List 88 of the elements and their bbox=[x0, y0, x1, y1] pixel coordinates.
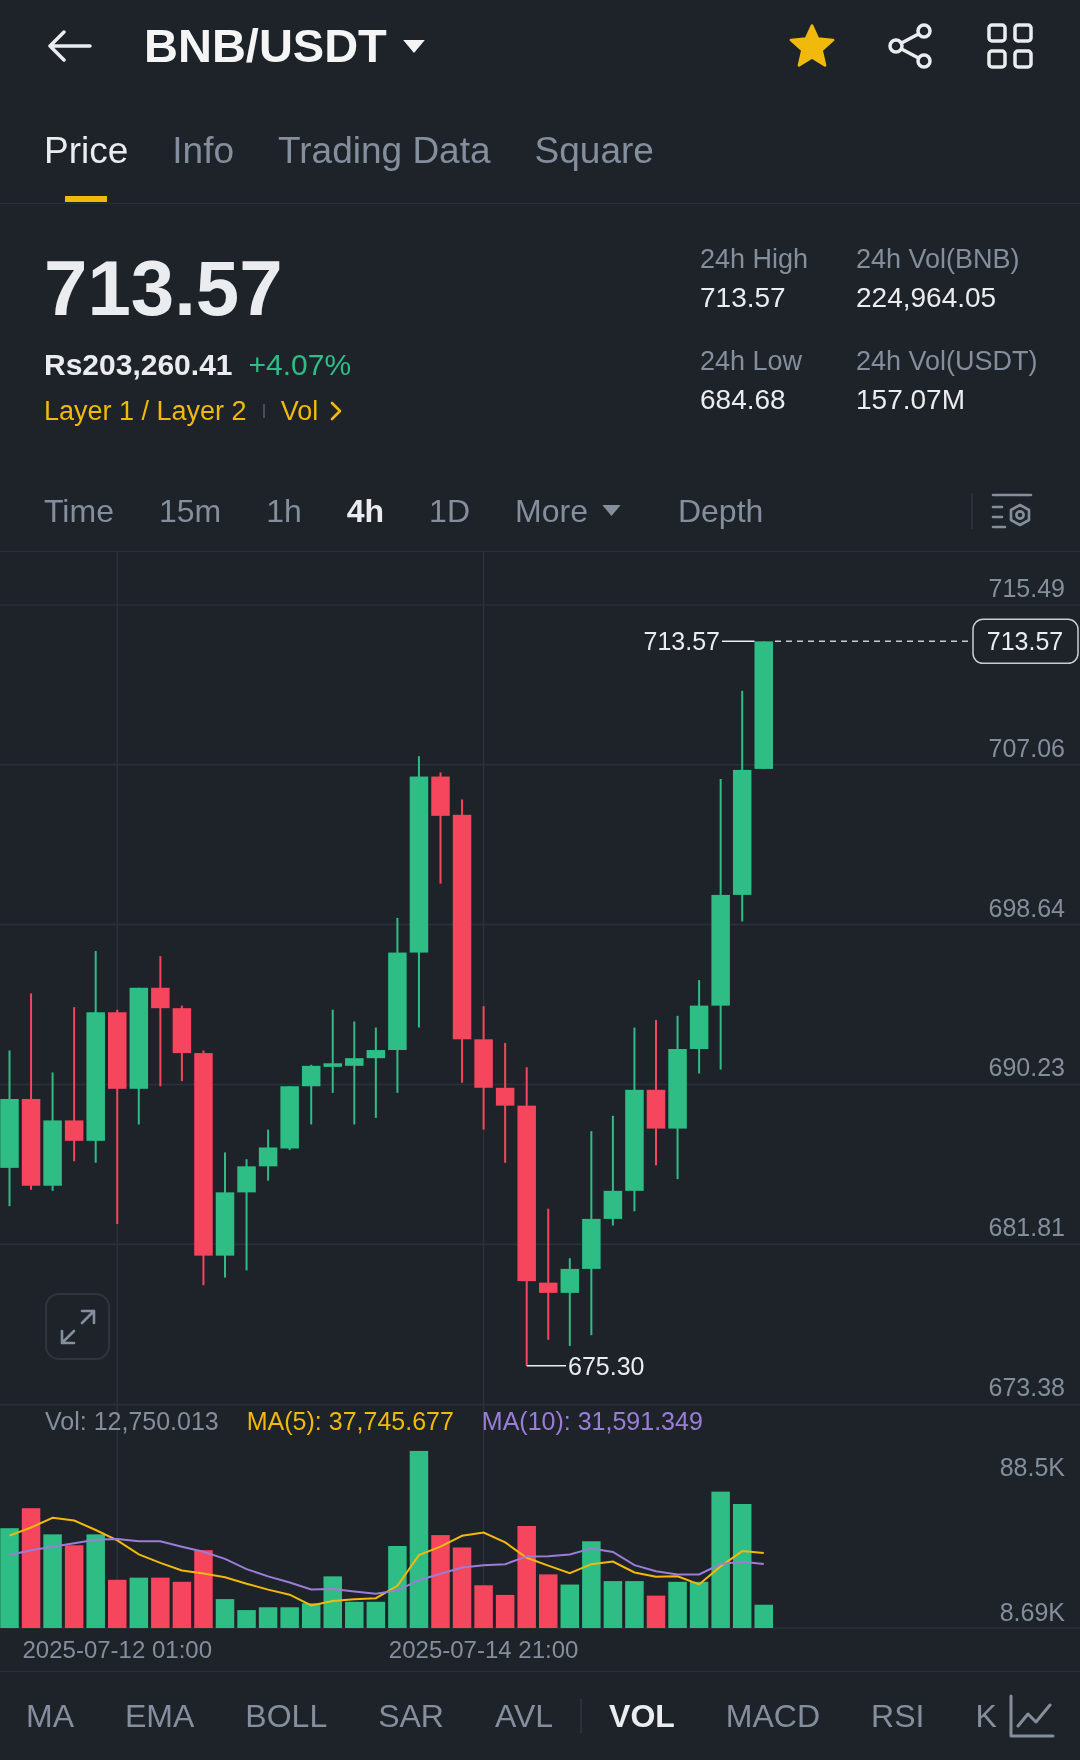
category-link[interactable]: Layer 1 / Layer 2 bbox=[44, 395, 247, 427]
date-label: 2025-07-14 21:00 bbox=[388, 1636, 579, 1663]
volume-link[interactable]: Vol bbox=[280, 395, 343, 427]
tab[interactable]: Trading Data bbox=[278, 92, 491, 203]
volume-bar bbox=[625, 1581, 644, 1628]
caret-icon bbox=[601, 505, 621, 516]
volume-bar bbox=[560, 1584, 580, 1628]
volume-bar bbox=[215, 1599, 235, 1628]
low-price-label: 675.30 bbox=[568, 1351, 645, 1380]
price-axis-label: 690.23 bbox=[988, 1053, 1065, 1082]
stat-value: 684.68 bbox=[700, 385, 787, 415]
interval-tab[interactable]: 1D bbox=[429, 490, 470, 531]
volume-bar bbox=[366, 1601, 386, 1628]
stat-value: 713.57 bbox=[700, 283, 787, 313]
volume-bar bbox=[474, 1585, 493, 1628]
volume-axis-label: 8.69K bbox=[999, 1598, 1065, 1627]
indicator-tab[interactable]: K bbox=[975, 1695, 997, 1736]
candle bbox=[258, 1128, 278, 1182]
low-price-leader bbox=[525, 1365, 567, 1367]
price-change: +4.07% bbox=[248, 347, 352, 383]
price-axis-label: 673.38 bbox=[988, 1373, 1065, 1401]
volume-legend-item: Vol: 12,750.013 bbox=[45, 1406, 219, 1436]
tab[interactable]: Square bbox=[534, 92, 654, 203]
volume-bar bbox=[280, 1607, 299, 1628]
high-price-label: 713.57 bbox=[643, 627, 720, 656]
volume-bar bbox=[301, 1603, 321, 1628]
price-axis-label: 681.81 bbox=[988, 1213, 1065, 1242]
chevron-right-icon bbox=[330, 401, 343, 421]
grid-icon[interactable] bbox=[987, 23, 1033, 69]
volume-bar bbox=[129, 1577, 149, 1628]
stat-label: 24h Low bbox=[700, 346, 804, 376]
tab[interactable]: Info bbox=[172, 92, 235, 203]
share-icon[interactable] bbox=[887, 23, 935, 69]
last-price: 713.57 bbox=[44, 248, 283, 328]
back-arrow-icon[interactable] bbox=[48, 30, 92, 62]
volume-bar bbox=[689, 1581, 709, 1628]
volume-legend-item: MA(10): 31,591.349 bbox=[481, 1406, 703, 1436]
interval-tab[interactable]: Depth bbox=[677, 490, 764, 531]
volume-bar bbox=[345, 1601, 364, 1628]
indicator-tab[interactable]: EMA bbox=[125, 1695, 195, 1736]
high-price-leader bbox=[721, 640, 756, 643]
candle bbox=[301, 1063, 321, 1126]
price-axis-label: 698.64 bbox=[988, 893, 1065, 922]
interval-tab[interactable]: Time bbox=[44, 490, 114, 531]
interval-tab[interactable]: 15m bbox=[158, 490, 222, 531]
volume-bar bbox=[108, 1579, 127, 1628]
volume-axis-label: 88.5K bbox=[999, 1453, 1065, 1482]
indicator-tab[interactable]: VOL bbox=[609, 1695, 675, 1736]
star-icon[interactable] bbox=[789, 24, 835, 68]
indicator-tab[interactable]: MACD bbox=[725, 1695, 821, 1736]
volume-bar bbox=[495, 1594, 515, 1628]
date-label: 2025-07-12 01:00 bbox=[22, 1636, 212, 1663]
volume-bar bbox=[151, 1577, 170, 1628]
candle bbox=[280, 1085, 299, 1151]
stat-value: 157.07M bbox=[856, 385, 966, 415]
stat-label: 24h Vol(BNB) bbox=[856, 244, 1021, 274]
volume-bar bbox=[258, 1607, 278, 1628]
volume-bar bbox=[646, 1595, 666, 1628]
volume-bar bbox=[323, 1576, 342, 1628]
indicator-tab[interactable]: SAR bbox=[378, 1695, 444, 1736]
indicator-tab[interactable]: AVL bbox=[494, 1695, 554, 1736]
indicator-tab[interactable]: RSI bbox=[871, 1695, 925, 1736]
price-axis-label: 707.06 bbox=[988, 733, 1065, 762]
volume-bar bbox=[237, 1610, 256, 1628]
volume-bar bbox=[603, 1581, 623, 1628]
pair-selector[interactable]: BNB/USDT bbox=[144, 18, 425, 74]
volume-bar bbox=[539, 1574, 558, 1628]
stat-value: 224,964.05 bbox=[856, 283, 998, 313]
price-axis-label: 715.49 bbox=[988, 574, 1065, 602]
interval-dropdown[interactable]: More bbox=[515, 490, 621, 531]
volume-bar bbox=[668, 1581, 687, 1628]
volume-bar bbox=[172, 1581, 192, 1628]
expand-button[interactable] bbox=[45, 1293, 110, 1360]
stat-label: 24h Vol(USDT) bbox=[856, 346, 1038, 376]
volume-legend-item: MA(5): 37,745.677 bbox=[246, 1406, 454, 1436]
interval-tab[interactable]: 4h bbox=[346, 490, 385, 531]
indicator-tab[interactable]: BOLL bbox=[245, 1695, 328, 1736]
line-chart-icon[interactable] bbox=[1009, 1693, 1055, 1738]
last-price-tag: 713.57 bbox=[972, 618, 1079, 665]
volume-bar bbox=[754, 1604, 773, 1628]
caret-icon bbox=[402, 39, 425, 53]
tab[interactable]: Price bbox=[44, 92, 129, 203]
interval-tab[interactable]: 1h bbox=[266, 490, 302, 531]
fiat-price: Rs203,260.41 bbox=[44, 347, 233, 383]
expand-icon bbox=[59, 1308, 96, 1345]
indicator-tab[interactable]: MA bbox=[26, 1695, 74, 1736]
chart-settings-icon[interactable] bbox=[991, 491, 1033, 530]
stat-label: 24h High bbox=[700, 244, 810, 274]
